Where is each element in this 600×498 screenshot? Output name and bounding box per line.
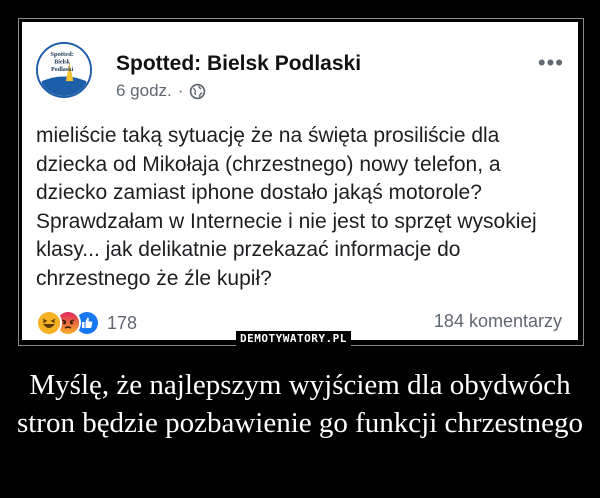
page-avatar[interactable]: Spotted: Bielsk Podlaski: [36, 42, 92, 98]
meta-separator: ·: [177, 81, 184, 100]
avatar-text-1: Spotted:: [50, 51, 73, 58]
more-options-icon[interactable]: •••: [538, 52, 564, 74]
post-header: Spotted: Bielsk Podlaski Spotted: Bielsk…: [36, 38, 564, 100]
post-time[interactable]: 6 godz.: [116, 81, 172, 101]
avatar-logo: Spotted: Bielsk Podlaski: [38, 44, 90, 96]
comments-count[interactable]: 184 komentarzy: [434, 311, 562, 332]
page-name[interactable]: Spotted: Bielsk Podlaski: [116, 52, 361, 76]
reactions-summary[interactable]: 178: [36, 310, 137, 336]
avatar-text-3: Podlaski: [51, 67, 73, 73]
watermark: DEMOTYWATORY.PL: [236, 331, 351, 347]
facebook-post: Spotted: Bielsk Podlaski Spotted: Bielsk…: [22, 22, 578, 340]
caption: Myślę, że najlepszym wyjściem dla obydwó…: [16, 369, 584, 439]
post-text: mieliście taką sytuację że na święta pro…: [36, 124, 537, 290]
haha-icon: [36, 310, 62, 336]
avatar-text-2: Bielsk: [54, 60, 70, 66]
post-meta: 6 godz. ·: [116, 81, 206, 101]
reaction-count: 178: [107, 312, 138, 333]
globe-icon: [189, 83, 206, 100]
